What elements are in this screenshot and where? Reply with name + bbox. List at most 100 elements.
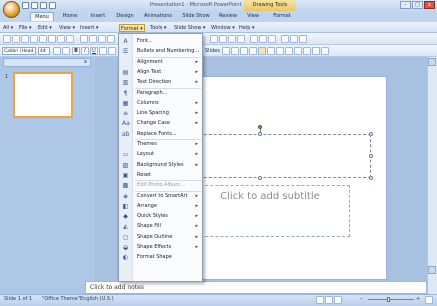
text-direction-icon[interactable]: [285, 47, 293, 55]
arrange-icon[interactable]: [294, 47, 302, 55]
resize-handle-bottom-right[interactable]: [369, 176, 373, 180]
undo-toolbar-icon[interactable]: [89, 35, 97, 43]
menu-item-edit-photo-album[interactable]: ▩ Edit Photo Album...: [119, 181, 202, 190]
slides-pane-tabs[interactable]: [3, 58, 91, 67]
menu-item-format-shape[interactable]: ◐ Format Shape: [119, 253, 202, 262]
numbering-icon[interactable]: [249, 47, 257, 55]
menu-item-convert-to-smartart[interactable]: ◈ Convert to SmartArt ▸: [119, 192, 202, 201]
save-toolbar-icon[interactable]: [21, 35, 29, 43]
font-size-box[interactable]: 44: [38, 47, 50, 55]
shadow-icon[interactable]: [99, 47, 107, 55]
normal-view-icon[interactable]: [316, 296, 324, 304]
shapes-icon[interactable]: [228, 35, 236, 43]
menu-item-shape-effects[interactable]: ◒ Shape Effects ▸: [119, 243, 202, 252]
underline-button[interactable]: U: [90, 47, 98, 55]
menu-item-paragraph[interactable]: ¶ Paragraph...: [119, 89, 202, 98]
menu-item-replace-fonts[interactable]: ab Replace Fonts...: [119, 130, 202, 139]
bold-button[interactable]: B: [72, 47, 80, 55]
smartart-icon[interactable]: [237, 35, 245, 43]
menu-help[interactable]: Help ▾: [238, 24, 256, 32]
format-painter-icon[interactable]: [80, 35, 88, 43]
menu-item-change-case[interactable]: Aa Change Case ▸: [119, 119, 202, 128]
align-center-icon[interactable]: [222, 47, 230, 55]
menu-window[interactable]: Window ▾: [210, 24, 236, 32]
slideshow-view-icon[interactable]: [334, 296, 342, 304]
bullets-icon[interactable]: [240, 47, 248, 55]
menu-item-shape-outline[interactable]: ▢ Shape Outline ▸: [119, 233, 202, 242]
menu-item-font[interactable]: A Font...: [119, 37, 202, 46]
shape-effects-icon[interactable]: [312, 47, 320, 55]
menu-insert[interactable]: Insert ▾: [79, 24, 99, 32]
menu-edit[interactable]: Edit ▾: [37, 24, 53, 32]
open-icon[interactable]: [12, 35, 20, 43]
paste-icon[interactable]: [66, 35, 74, 43]
scroll-up-icon[interactable]: [428, 58, 436, 66]
tab-design[interactable]: Design: [114, 12, 136, 21]
align-left-icon[interactable]: [108, 47, 116, 55]
menu-item-quick-styles[interactable]: ◆ Quick Styles ▸: [119, 212, 202, 221]
tab-slide-show[interactable]: Slide Show: [180, 12, 212, 21]
menu-item-reset[interactable]: ▣ Reset: [119, 171, 202, 180]
font-color-icon[interactable]: [258, 47, 266, 55]
menu-item-themes[interactable]: Themes ▸: [119, 140, 202, 149]
close-pane-icon[interactable]: x: [84, 58, 87, 67]
resize-handle-top[interactable]: [258, 132, 262, 136]
wordart-icon[interactable]: [259, 35, 267, 43]
chart-icon[interactable]: [219, 35, 227, 43]
menu-tools[interactable]: Tools ▾: [149, 24, 167, 32]
line-color-icon[interactable]: [276, 47, 284, 55]
close-button[interactable]: x: [424, 1, 435, 9]
slide-sorter-icon[interactable]: [325, 296, 333, 304]
minimize-button[interactable]: –: [400, 1, 411, 9]
subtitle-placeholder[interactable]: Click to add subtitle: [190, 185, 350, 237]
symbol-icon[interactable]: [268, 35, 276, 43]
slide-thumbnail[interactable]: [13, 72, 73, 118]
vertical-scrollbar[interactable]: [427, 57, 437, 294]
zoom-slider-thumb[interactable]: [387, 297, 390, 302]
customize-qat-icon[interactable]: [49, 2, 56, 9]
more-icon[interactable]: [299, 35, 307, 43]
menu-item-alignment[interactable]: Alignment ▸: [119, 58, 202, 67]
notes-pane[interactable]: Click to add notes: [85, 281, 427, 294]
tab-review[interactable]: Review: [216, 12, 240, 21]
menu-item-background-styles[interactable]: ▧ Background Styles ▸: [119, 161, 202, 170]
tab-home[interactable]: Home: [58, 12, 82, 21]
zoom-out-button[interactable]: –: [360, 296, 363, 302]
save-icon[interactable]: [22, 2, 29, 9]
menu-item-shape-fill[interactable]: ◭ Shape Fill ▸: [119, 222, 202, 231]
preview-icon[interactable]: [39, 35, 47, 43]
toolbar-options-icon[interactable]: [321, 47, 329, 55]
menu-all[interactable]: All ▾: [2, 24, 14, 32]
tab-insert[interactable]: Insert: [86, 12, 110, 21]
menu-item-align-text[interactable]: ▤ Align Text ▸: [119, 68, 202, 77]
maximize-button[interactable]: □: [412, 1, 423, 9]
tab-view[interactable]: View: [244, 12, 262, 21]
zoom-slider-track[interactable]: [368, 299, 414, 300]
zoom-in-button[interactable]: +: [416, 296, 420, 302]
tab-animations[interactable]: Animations: [140, 12, 176, 21]
help-icon[interactable]: [290, 35, 298, 43]
textbox-icon[interactable]: [250, 35, 258, 43]
font-name-box[interactable]: Calibri (Head: [2, 47, 36, 55]
shrink-font-icon[interactable]: [62, 47, 70, 55]
fit-to-window-icon[interactable]: [425, 296, 433, 304]
table-icon[interactable]: [107, 35, 115, 43]
menu-file[interactable]: File ▾: [18, 24, 32, 32]
menu-item-columns[interactable]: ▦ Columns ▸: [119, 99, 202, 108]
menu-format[interactable]: Format ▾: [119, 24, 145, 32]
menu-item-text-direction[interactable]: ▥ Text Direction ▸: [119, 78, 202, 87]
menu-item-arrange[interactable]: ◧ Arrange ▸: [119, 202, 202, 211]
resize-handle-top-right[interactable]: [369, 132, 373, 136]
tab-format[interactable]: Format: [270, 12, 294, 21]
copy-icon[interactable]: [57, 35, 65, 43]
align-right-icon[interactable]: [231, 47, 239, 55]
resize-handle-bottom[interactable]: [258, 176, 262, 180]
redo-icon[interactable]: [40, 2, 47, 9]
grow-font-icon[interactable]: [53, 47, 61, 55]
undo-icon[interactable]: [31, 2, 38, 9]
new-icon[interactable]: [3, 35, 11, 43]
fill-color-icon[interactable]: [267, 47, 275, 55]
cut-icon[interactable]: [48, 35, 56, 43]
resize-handle-right[interactable]: [369, 154, 373, 158]
quick-styles-icon[interactable]: [303, 47, 311, 55]
